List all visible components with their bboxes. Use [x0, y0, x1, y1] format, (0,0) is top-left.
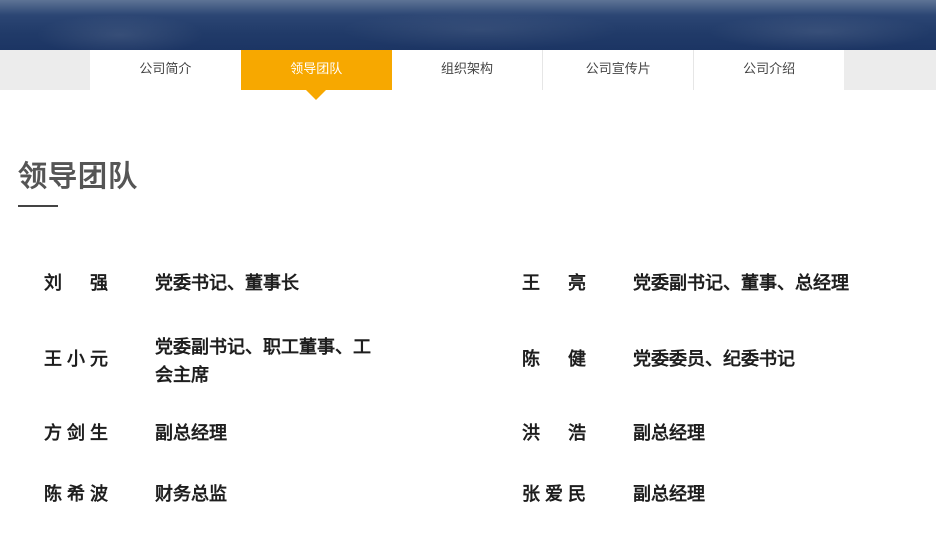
leader-name: 陈健: [522, 349, 586, 370]
leader-title: 党委委员、纪委书记: [633, 349, 795, 370]
leader-title: 财务总监: [155, 484, 227, 505]
tab-company-introduction[interactable]: 公司介绍: [693, 50, 844, 90]
leader-name: 王小元: [44, 349, 108, 370]
leader-title: 副总经理: [633, 423, 705, 444]
leader-name: 方剑生: [44, 423, 108, 444]
leader-name: 张爱民: [522, 484, 586, 505]
leader-name: 陈希波: [44, 484, 108, 505]
nav-tabs: 公司简介 领导团队 组织架构 公司宣传片 公司介绍: [90, 50, 844, 100]
page-title: 领导团队: [18, 159, 139, 193]
leader-name: 王亮: [522, 273, 586, 294]
header-banner: [0, 0, 936, 50]
leader-title: 党委副书记、职工董事、工会主席: [155, 337, 371, 386]
leader-title: 党委副书记、董事、总经理: [633, 273, 849, 294]
leader-title: 副总经理: [633, 484, 705, 505]
tab-organization-structure[interactable]: 组织架构: [392, 50, 543, 90]
title-underline: [18, 205, 58, 207]
leader-title: 党委书记、董事长: [155, 273, 299, 294]
tab-company-profile[interactable]: 公司简介: [90, 50, 241, 90]
tab-leadership-team[interactable]: 领导团队: [240, 50, 392, 100]
tab-promo-video[interactable]: 公司宣传片: [542, 50, 693, 90]
leader-name: 洪浩: [522, 423, 586, 444]
leader-title: 副总经理: [155, 423, 227, 444]
leader-name: 刘强: [44, 273, 108, 294]
nav-bar: 公司简介 领导团队 组织架构 公司宣传片 公司介绍: [0, 50, 936, 100]
